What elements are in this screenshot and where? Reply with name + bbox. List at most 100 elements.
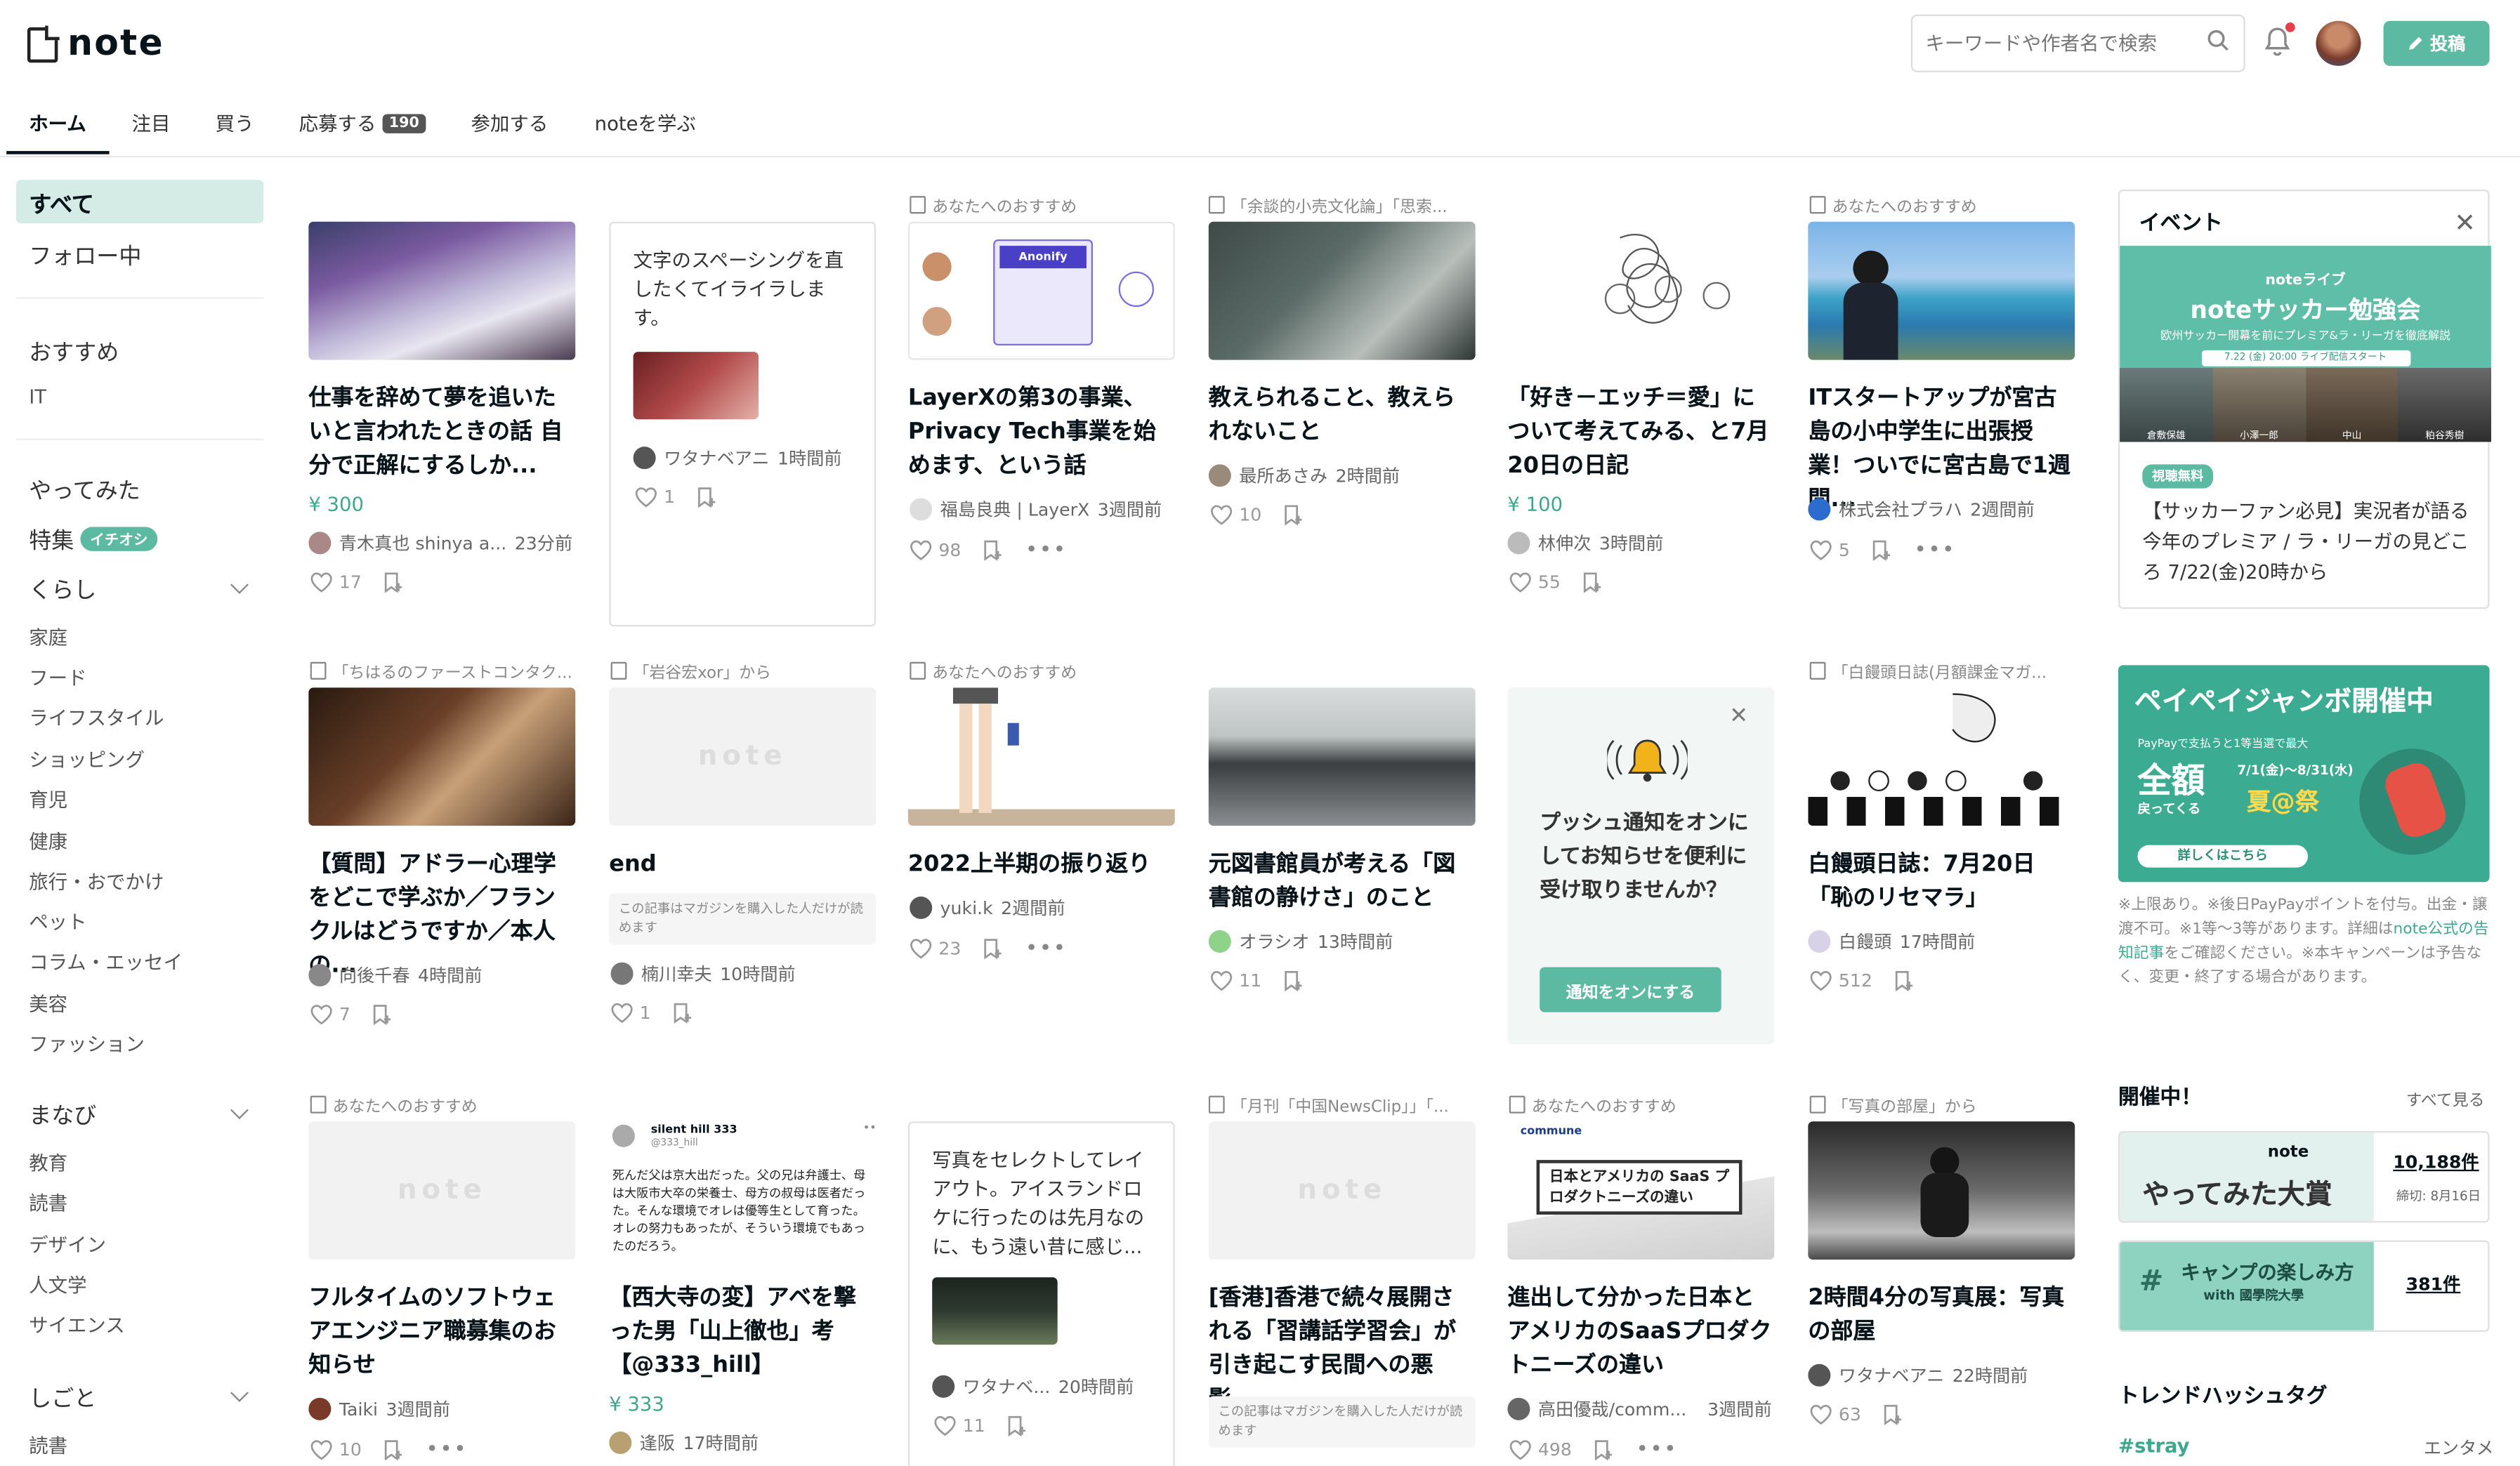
article-thumbnail[interactable] bbox=[907, 687, 1175, 826]
event-banner[interactable]: noteライブ noteサッカー勉強会 欧州サッカー開幕を前にプレミア&ラ・リー… bbox=[2120, 246, 2491, 442]
article-title[interactable]: 「好き－エッチ＝愛」について考えてみる、と7月20日の日記 bbox=[1507, 383, 1774, 484]
tab-join[interactable]: 参加する bbox=[471, 110, 548, 137]
article-title[interactable]: 元図書館員が考える「図書館の静けさ」のこと bbox=[1209, 848, 1476, 916]
article-author[interactable]: 楠川幸夫 10時間前 bbox=[610, 960, 884, 986]
text-note-card[interactable]: 写真をセレクトしてレイアウト。アイスランドロケに行ったのは先月なのに、もう遠い昔… bbox=[907, 1121, 1175, 1466]
magazine-add-icon[interactable] bbox=[384, 572, 403, 593]
article-thumbnail-placeholder[interactable]: note bbox=[1208, 1121, 1476, 1260]
heart-icon[interactable] bbox=[310, 1439, 333, 1460]
sidebar-subitem[interactable]: フード bbox=[29, 663, 86, 691]
sidebar-item-it[interactable]: IT bbox=[29, 385, 46, 408]
sidebar-item-following[interactable]: フォロー中 bbox=[29, 239, 141, 272]
chevron-down-icon[interactable] bbox=[230, 1384, 249, 1402]
contest-yattemita[interactable]: やってみた大賞 note 10,188件 締切: 8月16日 bbox=[2118, 1130, 2490, 1223]
chevron-down-icon[interactable] bbox=[230, 1101, 249, 1120]
tab-featured[interactable]: 注目 bbox=[132, 110, 171, 137]
heart-icon[interactable] bbox=[635, 487, 657, 508]
sidebar-subitem[interactable]: 旅行・おでかけ bbox=[29, 868, 164, 895]
sidebar-subitem[interactable]: 読書 bbox=[29, 1189, 67, 1216]
article-thumbnail[interactable] bbox=[308, 687, 576, 826]
magazine-add-icon[interactable] bbox=[384, 1439, 403, 1461]
magazine-add-icon[interactable] bbox=[983, 540, 1002, 561]
article-author[interactable]: yuki.k 2週間前 bbox=[910, 895, 1183, 921]
article-author[interactable]: 白饅頭 17時間前 bbox=[1808, 929, 2081, 955]
article-author[interactable]: Taiki 3週間前 bbox=[308, 1396, 582, 1422]
sidebar-subitem[interactable]: 教育 bbox=[29, 1149, 67, 1176]
article-author[interactable]: オラシオ 13時間前 bbox=[1208, 929, 1482, 955]
heart-icon[interactable] bbox=[1810, 540, 1832, 561]
user-avatar[interactable] bbox=[2316, 20, 2361, 66]
close-icon[interactable]: ✕ bbox=[2454, 207, 2476, 237]
article-title[interactable]: 【西大寺の変】アベを撃った男「山上徹也」考【@333_hill】 bbox=[609, 1282, 876, 1383]
magazine-add-icon[interactable] bbox=[1895, 970, 1914, 991]
sidebar-item-all[interactable]: すべて bbox=[29, 188, 94, 220]
magazine-add-icon[interactable] bbox=[697, 487, 716, 508]
article-author[interactable]: 林伸次 3時間前 bbox=[1507, 530, 1780, 556]
close-icon[interactable]: ✕ bbox=[1729, 704, 1748, 729]
sidebar-subitem[interactable]: コラム・エッセイ bbox=[29, 948, 183, 975]
article-author[interactable]: 高田優哉/comm... 3週間前 bbox=[1507, 1396, 1780, 1422]
trend-hashtag[interactable]: #stray bbox=[2118, 1434, 2190, 1457]
article-title[interactable]: フルタイムのソフトウェアエンジニア職募集のお知らせ bbox=[308, 1282, 575, 1383]
sidebar-subitem[interactable]: 美容 bbox=[29, 990, 67, 1017]
search-icon[interactable] bbox=[2207, 29, 2229, 51]
article-thumbnail[interactable] bbox=[1808, 221, 2075, 360]
more-icon[interactable]: ••• bbox=[1025, 539, 1068, 562]
article-title[interactable]: 進出して分かった日本とアメリカのSaaSプロダクトニーズの違い bbox=[1507, 1282, 1774, 1383]
article-author[interactable]: 最所あさみ 2時間前 bbox=[1208, 463, 1482, 489]
magazine-add-icon[interactable] bbox=[1284, 970, 1303, 991]
sidebar-subitem[interactable]: ファッション bbox=[29, 1030, 145, 1057]
sidebar-item-special[interactable]: 特集 イチオシ bbox=[29, 524, 158, 556]
magazine-add-icon[interactable] bbox=[373, 1004, 392, 1025]
article-thumbnail[interactable] bbox=[1808, 687, 2075, 826]
sidebar-item-tried[interactable]: やってみた bbox=[29, 474, 140, 506]
article-thumbnail[interactable]: Anonify bbox=[907, 221, 1175, 360]
paypay-banner[interactable]: ペイペイジャンボ開催中 PayPayで支払うと1等当選で最大 全額 戻ってくる … bbox=[2118, 665, 2490, 883]
contest-camp[interactable]: # キャンプの楽しみ方 with 國學院大學 381件 bbox=[2118, 1240, 2490, 1333]
heart-icon[interactable] bbox=[934, 1415, 957, 1437]
post-button[interactable]: 投稿 bbox=[2383, 20, 2490, 66]
magazine-add-icon[interactable] bbox=[1008, 1415, 1027, 1437]
sidebar-subitem[interactable]: ショッピング bbox=[29, 746, 145, 773]
article-author[interactable]: ワタナベアニ 22時間前 bbox=[1808, 1362, 2081, 1388]
article-author[interactable]: 向後千春 4時間前 bbox=[308, 963, 582, 989]
heart-icon[interactable] bbox=[910, 540, 932, 561]
magazine-add-icon[interactable] bbox=[1284, 505, 1303, 526]
magazine-add-icon[interactable] bbox=[1594, 1439, 1613, 1461]
event-description[interactable]: 【サッカーファン必見】実況者が語る今年のプレミア / ラ・リーガの見どころ 7/… bbox=[2142, 496, 2472, 588]
sidebar-subitem[interactable]: 家庭 bbox=[29, 623, 67, 651]
article-thumbnail[interactable]: commune 日本とアメリカの SaaS プロダクトニーズの違い bbox=[1507, 1121, 1775, 1260]
article-author[interactable]: 株式会社プラハ 2週間前 bbox=[1808, 496, 2081, 522]
article-thumbnail[interactable] bbox=[1507, 221, 1775, 360]
heart-icon[interactable] bbox=[1810, 1404, 1832, 1425]
article-thumbnail[interactable] bbox=[1208, 221, 1476, 360]
see-all-link[interactable]: すべて見る bbox=[2406, 1086, 2485, 1110]
tweet-thumbnail[interactable]: silent hill 333 @333_hill ••• 死んだ父は京大出だっ… bbox=[609, 1121, 877, 1260]
sidebar-subitem[interactable]: サイエンス bbox=[29, 1311, 124, 1338]
sidebar-subitem[interactable]: デザイン bbox=[29, 1231, 106, 1258]
text-note-card[interactable]: 文字のスペーシングを直したくてイライラします。 bbox=[609, 221, 877, 627]
sidebar-subitem[interactable]: ペット bbox=[29, 908, 86, 935]
sidebar-subitem[interactable]: 健康 bbox=[29, 827, 67, 854]
heart-icon[interactable] bbox=[1509, 1439, 1532, 1460]
tab-buy[interactable]: 買う bbox=[216, 110, 254, 137]
heart-icon[interactable] bbox=[611, 1003, 634, 1024]
article-author[interactable]: ワタナベアニ 1時間前 bbox=[633, 445, 907, 471]
article-author[interactable]: 福島良典 | LayerX 3週間前 bbox=[910, 496, 1183, 522]
heart-icon[interactable] bbox=[310, 572, 333, 593]
enable-notifications-button[interactable]: 通知をオンにする bbox=[1540, 967, 1721, 1012]
article-thumbnail-placeholder[interactable]: note bbox=[609, 687, 877, 826]
heart-icon[interactable] bbox=[910, 938, 932, 959]
more-icon[interactable]: ••• bbox=[1636, 1438, 1678, 1462]
magazine-add-icon[interactable] bbox=[1583, 572, 1602, 593]
note-logo[interactable]: note bbox=[27, 24, 164, 65]
article-title[interactable]: 2022上半期の振り返り bbox=[908, 848, 1175, 882]
tab-apply[interactable]: 応募する 190 bbox=[299, 110, 426, 137]
magazine-add-icon[interactable] bbox=[1884, 1404, 1903, 1425]
article-thumbnail[interactable] bbox=[1208, 687, 1476, 826]
magazine-add-icon[interactable] bbox=[983, 938, 1002, 960]
sidebar-item-recommended[interactable]: おすすめ bbox=[29, 336, 119, 368]
heart-icon[interactable] bbox=[310, 1004, 333, 1025]
more-icon[interactable]: ••• bbox=[1914, 539, 1956, 562]
more-icon[interactable]: ••• bbox=[426, 1438, 468, 1462]
